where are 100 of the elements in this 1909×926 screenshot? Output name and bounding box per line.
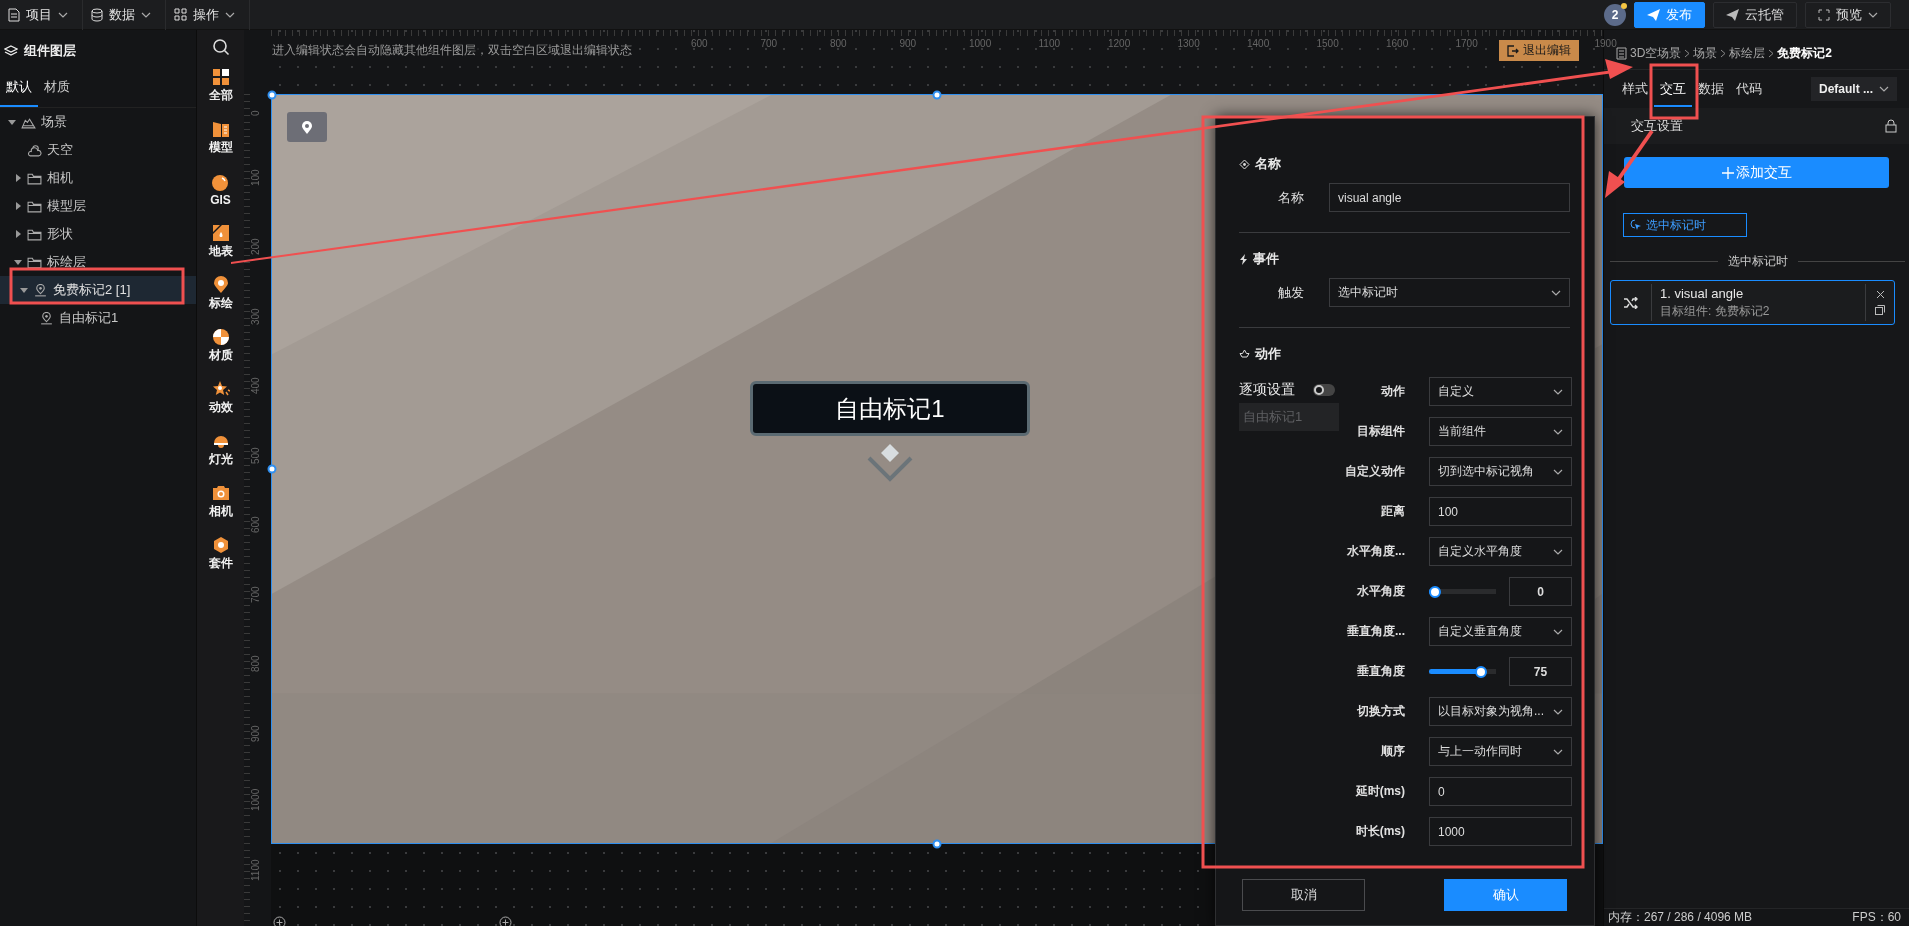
tree-item[interactable]: 自由标记1 (0, 304, 196, 332)
lock-icon[interactable] (1885, 119, 1897, 133)
tool-button[interactable]: 材质 (208, 320, 233, 372)
field-label: 距离 (1380, 503, 1405, 520)
breadcrumb-item[interactable]: 免费标记2 (1777, 45, 1833, 62)
caret-right-icon[interactable] (14, 202, 22, 210)
interaction-card[interactable]: 1. visual angle 目标组件: 免费标记2 (1610, 280, 1895, 325)
slider-thumb[interactable] (1429, 585, 1441, 598)
tool-button[interactable]: 标绘 (208, 268, 233, 320)
tree-item[interactable]: 模型层 (0, 192, 196, 220)
tool-button[interactable]: 模型 (208, 112, 233, 164)
ruler-label: 400 (250, 377, 261, 394)
caret-down-icon[interactable] (14, 258, 22, 266)
resize-handle[interactable] (267, 464, 277, 474)
add-circle-icon[interactable] (499, 916, 512, 926)
dropdown[interactable]: 以目标对象为视角... (1429, 697, 1572, 726)
exit-icon (1507, 44, 1519, 57)
dropdown[interactable]: 选中标记时 (1329, 278, 1570, 307)
ruler-label: 200 (250, 238, 261, 255)
trigger-button[interactable]: 选中标记时 (1623, 213, 1747, 237)
folder-icon (27, 171, 42, 185)
cancel-button[interactable]: 取消 (1242, 879, 1365, 911)
group-label: 选中标记时 (1727, 253, 1788, 270)
resize-handle[interactable] (267, 90, 277, 100)
dropdown[interactable]: 自定义垂直角度 (1429, 617, 1572, 646)
tab[interactable]: 交互 (1654, 71, 1692, 107)
folder-icon (27, 255, 42, 269)
ruler-label: 700 (250, 585, 261, 603)
preset-dropdown[interactable]: Default ... (1811, 77, 1897, 101)
tab[interactable]: 数据 (1692, 71, 1730, 107)
menu-button[interactable]: 操作 (166, 0, 250, 30)
tool-button[interactable]: 地表 (208, 216, 233, 268)
input-field[interactable]: visual angle (1329, 183, 1570, 212)
ruler-label: 0 (250, 110, 261, 116)
tree-item[interactable]: 天空 (0, 136, 196, 164)
field-label: 动作 (1380, 383, 1405, 400)
copy-icon[interactable] (1875, 305, 1885, 315)
preview-button[interactable]: 预览 (1805, 1, 1891, 28)
add-circle-icon[interactable] (273, 916, 286, 926)
caret-right-icon[interactable] (14, 174, 22, 182)
ruler-label: 1700 (1455, 38, 1478, 49)
field-label: 触发 (1277, 283, 1304, 302)
field-label: 切换方式 (1356, 703, 1405, 720)
dropdown[interactable]: 与上一动作同时 (1429, 737, 1572, 766)
breadcrumb-item[interactable]: 场景 (1693, 45, 1718, 62)
resize-handle[interactable] (932, 90, 942, 100)
marker-button[interactable] (287, 112, 327, 142)
tree-item[interactable]: 场景 (0, 108, 196, 136)
tree-item[interactable]: 标绘层 (0, 248, 196, 276)
menu-button[interactable]: 数据 (83, 0, 166, 30)
tree-item[interactable]: 相机 (0, 164, 196, 192)
tool-button[interactable]: 全部 (208, 60, 233, 112)
cloud-hosting-button[interactable]: 云托管 (1713, 1, 1797, 28)
lightning-icon (1239, 253, 1248, 265)
input-field[interactable]: 1000 (1429, 817, 1572, 846)
tool-button[interactable]: 动效 (208, 372, 233, 424)
grid-icon (211, 68, 230, 86)
tab[interactable]: 代码 (1730, 71, 1768, 107)
tab[interactable]: 材质 (38, 70, 76, 107)
database-icon (91, 7, 103, 22)
resize-handle[interactable] (932, 839, 942, 849)
ruler-label: 1000 (969, 38, 992, 49)
dropdown[interactable]: 切到选中标记视角 (1429, 457, 1572, 486)
chevron-down-icon (1553, 468, 1563, 475)
tab[interactable]: 默认 (0, 70, 38, 107)
breadcrumb-item[interactable]: 3D空场景 (1630, 45, 1682, 62)
location-pin-icon (33, 283, 48, 297)
slider-thumb[interactable] (1474, 665, 1487, 678)
chevron-right-icon (1768, 49, 1775, 58)
ruler-label: 800 (830, 38, 847, 49)
menu-button[interactable]: 项目 (0, 0, 83, 30)
dropdown[interactable]: 当前组件 (1429, 417, 1572, 446)
input-field[interactable]: 100 (1429, 497, 1572, 526)
grid-icon (174, 8, 187, 21)
input-field[interactable]: 0 (1429, 777, 1572, 806)
caret-down-icon[interactable] (20, 286, 28, 294)
tool-button[interactable]: 相机 (208, 476, 233, 528)
dropdown[interactable]: 自定义 (1429, 377, 1572, 406)
avatar[interactable]: 2 (1604, 3, 1626, 26)
caret-down-icon[interactable] (8, 118, 16, 126)
marker-label[interactable]: 自由标记1 (750, 381, 1030, 436)
toggle-switch[interactable] (1313, 384, 1335, 396)
breadcrumb-item[interactable]: 标绘层 (1729, 45, 1766, 62)
tree-item[interactable]: 免费标记2 [1] (0, 276, 196, 304)
search-icon[interactable] (211, 38, 230, 56)
chevron-down-icon (1879, 86, 1889, 92)
tool-button[interactable]: 灯光 (208, 424, 233, 476)
dropdown[interactable]: 自定义水平角度 (1429, 537, 1572, 566)
tool-button[interactable]: GIS (210, 164, 231, 216)
ruler-label: 700 (760, 38, 778, 49)
tab[interactable]: 样式 (1616, 71, 1654, 107)
toggle-label: 逐项设置 (1239, 381, 1295, 399)
exit-edit-button[interactable]: 退出编辑 (1499, 40, 1579, 61)
material-ball-icon (211, 328, 230, 346)
number-field[interactable]: 75 (1509, 657, 1572, 686)
number-field[interactable]: 0 (1509, 577, 1572, 606)
tool-button[interactable]: 套件 (208, 528, 233, 580)
caret-right-icon[interactable] (14, 230, 22, 238)
tree-item[interactable]: 形状 (0, 220, 196, 248)
close-icon[interactable] (1875, 290, 1885, 299)
